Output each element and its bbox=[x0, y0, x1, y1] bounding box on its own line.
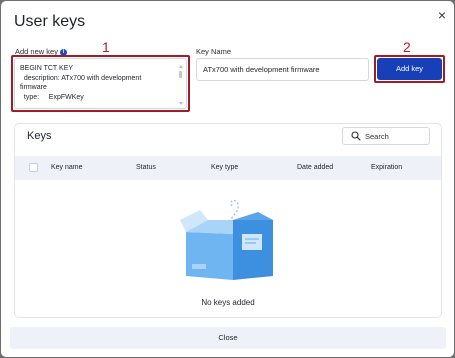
scroll-thumb[interactable] bbox=[179, 71, 182, 78]
scroll-down-arrow-icon[interactable] bbox=[179, 102, 183, 105]
add-key-button[interactable]: Add key bbox=[377, 58, 442, 80]
key-line: type: ExpFWKey bbox=[20, 93, 84, 101]
empty-box-illustration-icon bbox=[180, 199, 273, 280]
column-header-status[interactable]: Status bbox=[136, 164, 156, 171]
select-all-checkbox[interactable] bbox=[29, 163, 38, 172]
keys-panel: Keys Search Key name Status Key type Dat… bbox=[14, 123, 442, 318]
key-name-label: Key Name bbox=[196, 47, 232, 56]
column-header-key-type[interactable]: Key type bbox=[211, 164, 238, 171]
close-icon[interactable]: × bbox=[435, 8, 449, 22]
key-line: BEGIN TCT KEY bbox=[20, 65, 74, 72]
user-keys-dialog: User keys × Add new key i BEGIN TCT KEY d… bbox=[1, 1, 454, 357]
empty-state-text: No keys added bbox=[201, 298, 255, 307]
callout-number-1: 1 bbox=[102, 39, 110, 55]
info-icon[interactable]: i bbox=[59, 48, 67, 56]
dialog-title: User keys bbox=[14, 13, 86, 30]
add-key-label-text: Add new key bbox=[15, 47, 58, 56]
keys-panel-title: Keys bbox=[27, 130, 52, 142]
column-header-date-added[interactable]: Date added bbox=[297, 164, 333, 171]
key-text-area[interactable]: BEGIN TCT KEY description: ATx700 with d… bbox=[14, 58, 187, 109]
key-line: description: ATx700 with development bbox=[20, 74, 142, 82]
add-key-label: Add new key i bbox=[15, 47, 67, 56]
search-input[interactable]: Search bbox=[342, 127, 430, 145]
key-name-input[interactable]: ATx700 with development firmware bbox=[196, 58, 369, 81]
callout-number-2: 2 bbox=[403, 39, 411, 55]
key-line: firmware bbox=[20, 84, 47, 91]
textarea-scrollbar[interactable] bbox=[179, 65, 183, 105]
scroll-up-arrow-icon[interactable] bbox=[179, 65, 183, 68]
search-icon bbox=[351, 131, 361, 141]
column-header-key-name[interactable]: Key name bbox=[51, 164, 83, 171]
table-header: Key name Status Key type Date added Expi… bbox=[15, 156, 441, 180]
search-placeholder: Search bbox=[365, 132, 389, 141]
close-button[interactable]: Close bbox=[10, 327, 446, 349]
column-header-expiration[interactable]: Expiration bbox=[371, 164, 402, 171]
